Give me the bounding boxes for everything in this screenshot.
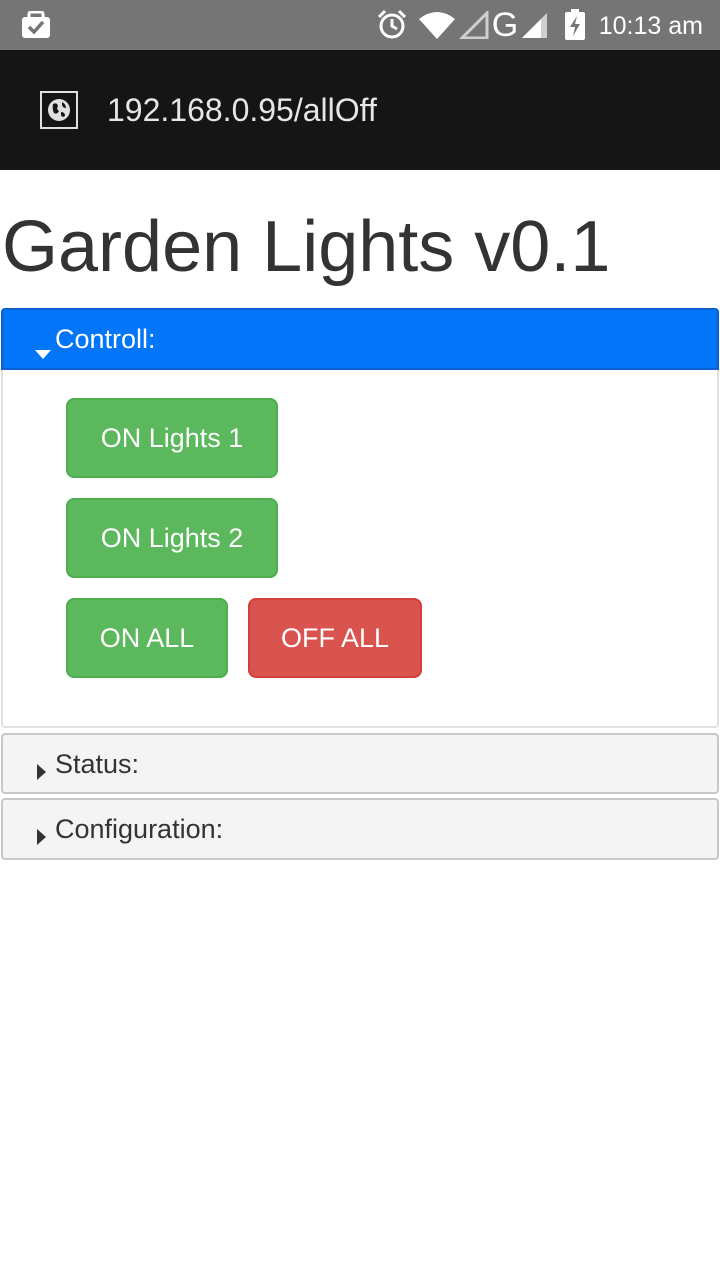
globe-icon[interactable]	[40, 91, 78, 129]
panel-header-control[interactable]: Controll:	[1, 308, 719, 370]
signal-empty-icon	[458, 0, 490, 50]
page-title: Garden Lights v0.1	[2, 207, 611, 287]
panel-label-control: Controll:	[55, 324, 156, 354]
panel-control: Controll: ON Lights 1 ON Lights 2 ON ALL…	[1, 308, 719, 728]
url-text[interactable]: 192.168.0.95/allOff	[107, 90, 377, 130]
on-all-button[interactable]: ON ALL	[66, 598, 228, 678]
panel-header-configuration[interactable]: Configuration:	[1, 798, 719, 860]
briefcase-check-icon	[20, 0, 52, 50]
status-bar: G 10:13 am	[0, 0, 720, 50]
network-type-label: G	[491, 5, 519, 44]
alarm-icon	[376, 0, 408, 50]
panel-body-control: ON Lights 1 ON Lights 2 ON ALL OFF ALL	[1, 370, 719, 728]
browser-url-bar[interactable]: 192.168.0.95/allOff	[0, 50, 720, 170]
panel-configuration: Configuration:	[1, 798, 719, 860]
on-lights-2-button[interactable]: ON Lights 2	[66, 498, 278, 578]
status-clock: 10:13 am	[598, 12, 703, 40]
panel-status: Status:	[1, 733, 719, 794]
wifi-icon	[418, 0, 456, 50]
panel-header-status[interactable]: Status:	[1, 733, 719, 794]
panel-label-status: Status:	[55, 748, 140, 779]
caret-right-icon	[37, 756, 46, 787]
on-lights-1-button[interactable]: ON Lights 1	[66, 398, 278, 478]
off-all-button[interactable]: OFF ALL	[248, 598, 422, 678]
panel-label-configuration: Configuration:	[55, 814, 224, 844]
signal-icon	[518, 0, 550, 50]
battery-charging-icon	[563, 0, 587, 50]
caret-right-icon	[37, 821, 46, 852]
caret-down-icon	[35, 335, 51, 366]
